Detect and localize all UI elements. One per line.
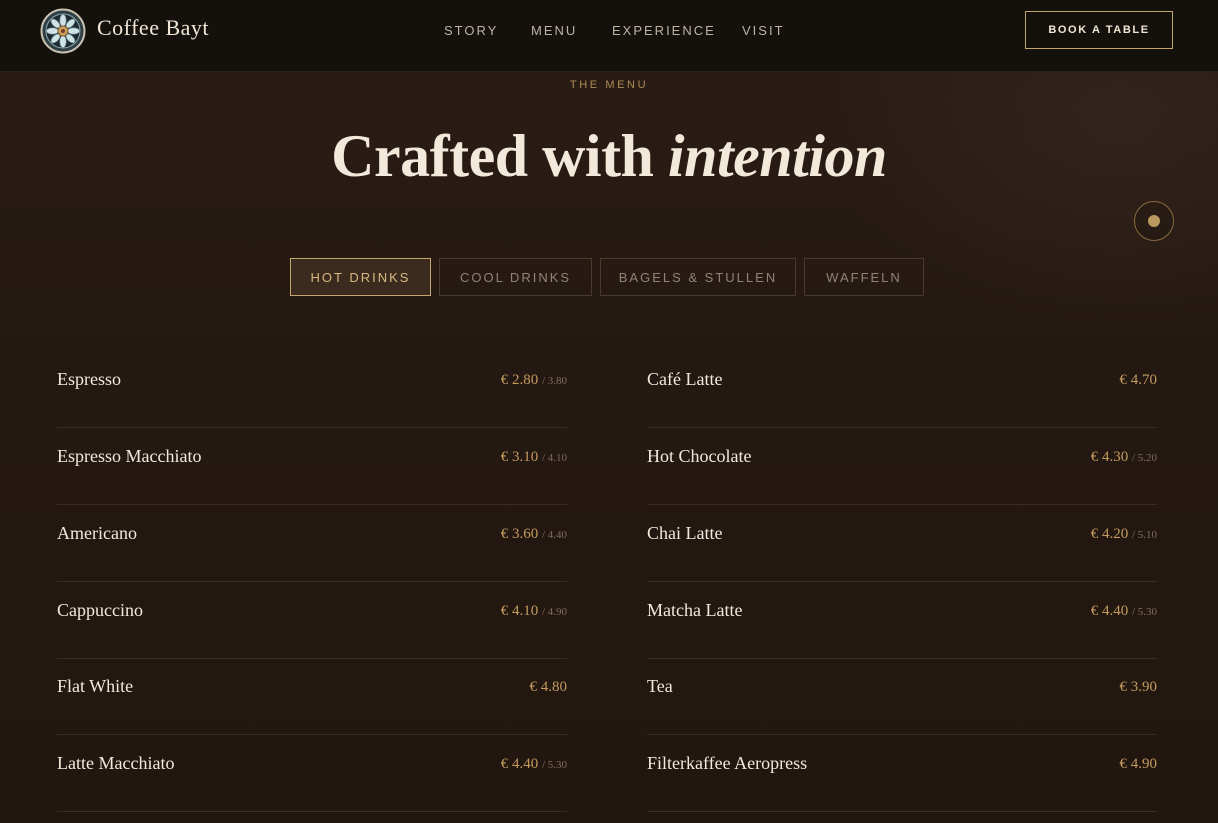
tab-waffeln[interactable]: WAFFELN [804, 258, 924, 296]
price-alt: / 4.10 [541, 452, 567, 464]
nav-link-story[interactable]: STORY [444, 23, 498, 38]
title-italic: intention [667, 123, 887, 189]
menu-item: Flat White € 4.80 [57, 658, 567, 735]
price-main: € 4.20 [1090, 526, 1129, 542]
mandala-logo-icon[interactable] [40, 8, 86, 54]
menu-item-price: € 4.70 [1120, 372, 1158, 389]
menu-item: Latte Macchiato € 4.40 / 5.30 [57, 735, 567, 812]
price-main: € 4.30 [1090, 449, 1129, 465]
price-main: € 4.40 [500, 756, 539, 772]
price-alt: / 5.30 [1131, 606, 1157, 618]
menu-item-price: € 4.40 / 5.30 [1091, 603, 1157, 620]
price-main: € 3.10 [500, 449, 539, 465]
title-plain: Crafted with [331, 123, 654, 189]
brand-name[interactable]: Coffee Bayt [97, 15, 209, 41]
price-main: € 4.80 [529, 679, 568, 695]
section-eyebrow: THE MENU [569, 79, 649, 91]
price-alt: / 5.30 [541, 759, 567, 771]
menu-item-price: € 4.30 / 5.20 [1091, 449, 1157, 466]
menu-item-price: € 3.60 / 4.40 [501, 526, 567, 543]
dot-icon [1148, 215, 1160, 227]
menu-item: Filterkaffee Aeropress € 4.90 [647, 735, 1157, 812]
menu-item-price: € 3.90 [1120, 679, 1158, 696]
menu-item-price: € 4.40 / 5.30 [501, 756, 567, 773]
menu-item-price: € 3.10 / 4.10 [501, 449, 567, 466]
menu-item-name: Espresso Macchiato [57, 446, 202, 466]
menu-item-price: € 2.80 / 3.80 [501, 372, 567, 389]
menu-item: Tea € 3.90 [647, 658, 1157, 735]
page: Coffee Bayt STORY MENU EXPERIENCE VISIT … [0, 0, 1218, 823]
price-alt: / 5.20 [1131, 452, 1157, 464]
price-alt: / 4.90 [541, 606, 567, 618]
price-main: € 4.10 [500, 603, 539, 619]
menu-item: Americano € 3.60 / 4.40 [57, 505, 567, 582]
price-alt: / 5.10 [1131, 529, 1157, 541]
menu-item-price: € 4.80 [530, 679, 568, 696]
nav-link-visit[interactable]: VISIT [742, 23, 785, 38]
price-alt: / 4.40 [541, 529, 567, 541]
menu-item-name: Flat White [57, 676, 134, 696]
price-main: € 3.60 [500, 526, 539, 542]
menu-item-name: Filterkaffee Aeropress [647, 753, 808, 773]
menu-item: Café Latte € 4.70 [647, 351, 1157, 428]
menu-item-price: € 4.10 / 4.90 [501, 603, 567, 620]
book-table-button[interactable]: BOOK A TABLE [1025, 11, 1173, 49]
tab-cool-drinks[interactable]: COOL DRINKS [439, 258, 592, 296]
nav-link-experience[interactable]: EXPERIENCE [612, 23, 716, 38]
menu-item-name: Chai Latte [647, 523, 723, 543]
price-main: € 3.90 [1119, 679, 1158, 695]
menu-item: Espresso Macchiato € 3.10 / 4.10 [57, 428, 567, 505]
menu-item: Cappuccino € 4.10 / 4.90 [57, 582, 567, 659]
menu-item-name: Matcha Latte [647, 600, 743, 620]
menu-item-name: Espresso [57, 369, 121, 389]
menu-item: Espresso € 2.80 / 3.80 [57, 351, 567, 428]
menu-item-price: € 4.90 [1120, 756, 1158, 773]
tab-hot-drinks[interactable]: HOT DRINKS [290, 258, 431, 296]
menu-category-tabs: HOT DRINKS COOL DRINKS BAGELS & STULLEN … [0, 258, 1218, 296]
menu-item-price: € 4.20 / 5.10 [1091, 526, 1157, 543]
nav-link-menu[interactable]: MENU [531, 23, 577, 38]
menu-item-name: Hot Chocolate [647, 446, 752, 466]
price-main: € 4.70 [1119, 372, 1158, 388]
price-main: € 2.80 [500, 372, 539, 388]
menu-item: Matcha Latte € 4.40 / 5.30 [647, 582, 1157, 659]
price-main: € 4.40 [1090, 603, 1129, 619]
page-title: Crafted with intention [0, 120, 1218, 192]
menu-item-name: Tea [647, 676, 673, 696]
price-main: € 4.90 [1119, 756, 1158, 772]
menu-item-name: Café Latte [647, 369, 723, 389]
price-alt: / 3.80 [541, 375, 567, 387]
menu-item: Chai Latte € 4.20 / 5.10 [647, 505, 1157, 582]
tab-bagels-stullen[interactable]: BAGELS & STULLEN [600, 258, 796, 296]
menu-item-name: Latte Macchiato [57, 753, 175, 773]
top-nav: Coffee Bayt STORY MENU EXPERIENCE VISIT … [0, 0, 1218, 72]
menu-item-name: Americano [57, 523, 137, 543]
menu-item-name: Cappuccino [57, 600, 143, 620]
menu-item: Hot Chocolate € 4.30 / 5.20 [647, 428, 1157, 505]
floating-action-button[interactable] [1134, 201, 1174, 241]
